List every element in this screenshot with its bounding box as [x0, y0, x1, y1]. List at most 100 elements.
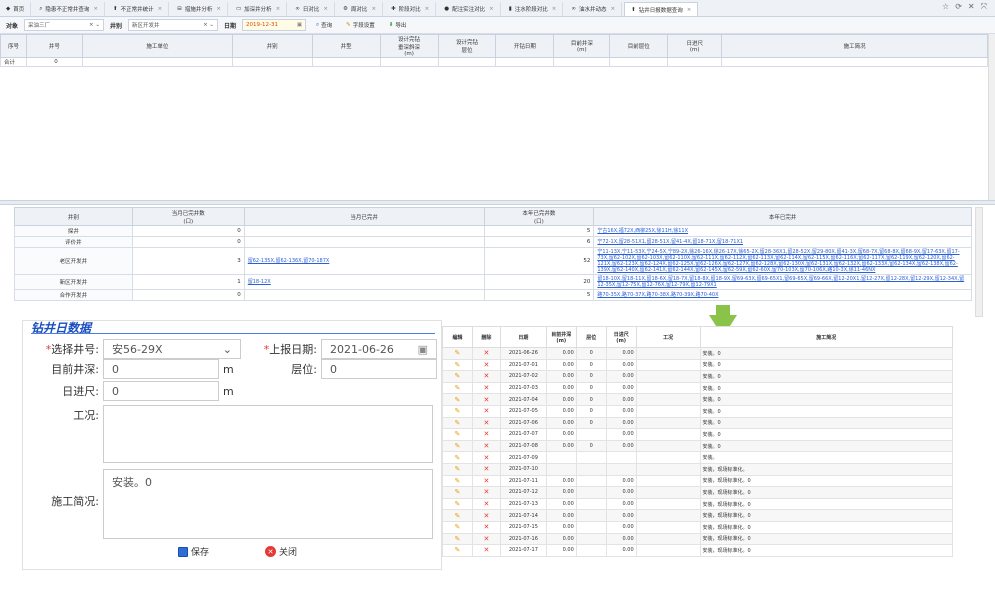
column-header[interactable]: 日进尺 (m) [667, 34, 723, 58]
well-links[interactable]: 宁72-1X,留28-51X1,留28-51X,留41-4X,留18-71X,留… [597, 239, 743, 245]
edit-icon[interactable]: ✎ [455, 349, 461, 357]
delete-icon[interactable]: ✕ [483, 454, 489, 462]
summary-textarea[interactable]: 安装。0 [103, 469, 433, 539]
tab-close-icon[interactable]: × [276, 6, 281, 12]
edit-icon[interactable]: ✎ [455, 442, 461, 450]
well-links[interactable]: 留18-10X,留18-11X,留18-6X,留18-7X,留18-8X,留18… [597, 276, 964, 288]
condition-textarea[interactable] [103, 405, 433, 463]
column-header[interactable]: 日期 [499, 326, 547, 348]
fields-button[interactable]: ✎ 字段设置 [342, 21, 379, 29]
tab-5[interactable]: ∞ 日对比 × [289, 2, 335, 16]
close-icon[interactable]: ✕ [968, 2, 975, 12]
column-header[interactable]: 目前井深 (m) [553, 34, 611, 58]
tab-3[interactable]: ⊟ 措施井分析 × [171, 2, 228, 16]
star-icon[interactable]: ☆ [942, 2, 949, 12]
well-links[interactable]: 路70-35X,路70-37X,路70-38X,路70-39X,路70-40X [597, 292, 718, 298]
column-header[interactable]: 施工简况 [721, 34, 988, 58]
tab-close-icon[interactable]: × [216, 6, 221, 12]
tab-close-icon[interactable]: × [93, 6, 98, 12]
close-button[interactable]: ✕ 关闭 [265, 545, 297, 558]
column-header[interactable]: 井号 [25, 34, 83, 58]
tab-1[interactable]: ⌕ 隐患不正常井查询 × [33, 2, 105, 16]
delete-icon[interactable]: ✕ [483, 500, 489, 508]
edit-icon[interactable]: ✎ [455, 512, 461, 520]
edit-icon[interactable]: ✎ [455, 546, 461, 554]
edit-icon[interactable]: ✎ [455, 535, 461, 543]
column-header[interactable]: 开钻日期 [495, 34, 555, 58]
edit-icon[interactable]: ✎ [455, 523, 461, 531]
tab-7[interactable]: ✚ 阶段对比 × [385, 2, 437, 16]
edit-icon[interactable]: ✎ [455, 361, 461, 369]
delete-icon[interactable]: ✕ [483, 349, 489, 357]
edit-icon[interactable]: ✎ [455, 430, 461, 438]
delete-icon[interactable]: ✕ [483, 384, 489, 392]
export-button[interactable]: ⬇ 导出 [385, 21, 411, 29]
edit-icon[interactable]: ✎ [455, 419, 461, 427]
column-header[interactable]: 编辑 [442, 326, 473, 348]
column-header[interactable]: 本年已完井 [593, 207, 972, 226]
delete-icon[interactable]: ✕ [483, 546, 489, 554]
delete-icon[interactable]: ✕ [483, 407, 489, 415]
object-select[interactable]: 采油三厂 × ⌄ [24, 19, 105, 31]
delete-icon[interactable]: ✕ [483, 361, 489, 369]
tab-6[interactable]: ⚙ 周对比 × [337, 2, 384, 16]
refresh-icon[interactable]: ⟳ [955, 2, 962, 12]
column-header[interactable]: 本年已完井数 (口) [483, 207, 595, 226]
delete-icon[interactable]: ✕ [483, 396, 489, 404]
tab-close-icon[interactable]: × [610, 6, 615, 12]
edit-icon[interactable]: ✎ [455, 488, 461, 496]
tab-close-icon[interactable]: × [687, 7, 692, 13]
well-links[interactable]: 留18-12X [248, 279, 271, 285]
edit-icon[interactable]: ✎ [455, 384, 461, 392]
tab-2[interactable]: ⬆ 不正常井统计 × [107, 2, 170, 16]
vertical-scrollbar[interactable] [975, 207, 983, 317]
well-select[interactable]: 安56-29X ⌄ [103, 339, 241, 359]
footage-input[interactable]: 0 [103, 381, 219, 401]
query-button[interactable]: ⌕ 查询 [312, 21, 336, 30]
delete-icon[interactable]: ✕ [483, 488, 489, 496]
tab-11[interactable]: ⬆ 钻井日报数据查询 × [624, 2, 699, 16]
column-header[interactable]: 目前井深 (m) [545, 326, 577, 348]
tab-close-icon[interactable]: × [323, 6, 328, 12]
splitter[interactable] [0, 200, 995, 205]
column-header[interactable]: 施工简况 [699, 326, 954, 348]
column-header[interactable]: 序号 [0, 34, 27, 58]
column-header[interactable]: 删除 [471, 326, 501, 348]
column-header[interactable]: 井别 [14, 207, 133, 226]
edit-icon[interactable]: ✎ [455, 407, 461, 415]
delete-icon[interactable]: ✕ [483, 477, 489, 485]
delete-icon[interactable]: ✕ [483, 465, 489, 473]
well-type-select[interactable]: 新区开发井 × ⌄ [128, 19, 219, 31]
depth-input[interactable]: 0 [103, 359, 219, 379]
report-date-input[interactable]: 2021-06-26 ▣ [321, 339, 437, 359]
column-header[interactable]: 目前层位 [609, 34, 669, 58]
column-header[interactable]: 日进尺 (m) [605, 326, 637, 348]
column-header[interactable]: 井别 [231, 34, 313, 58]
delete-icon[interactable]: ✕ [483, 442, 489, 450]
delete-icon[interactable]: ✕ [483, 372, 489, 380]
well-links[interactable]: 宁11-13X,宁11-53X,宁24-5X,宁89-2X,徐26-16X,徐2… [597, 249, 959, 273]
delete-icon[interactable]: ✕ [483, 523, 489, 531]
save-button[interactable]: 保存 [178, 545, 209, 558]
column-header[interactable]: 层位 [575, 326, 607, 348]
edit-icon[interactable]: ✎ [455, 500, 461, 508]
tab-4[interactable]: ▭ 加深井分析 × [230, 2, 288, 16]
tab-0[interactable]: ◆ 首页 [0, 2, 32, 16]
column-header[interactable]: 设计完钻 层位 [437, 34, 497, 58]
column-header[interactable]: 设计完钻 垂深斜深 (m) [379, 34, 439, 58]
column-header[interactable]: 井型 [311, 34, 381, 58]
delete-icon[interactable]: ✕ [483, 419, 489, 427]
tab-10[interactable]: ∞ 油水井动态 × [565, 2, 623, 16]
edit-icon[interactable]: ✎ [455, 477, 461, 485]
tab-close-icon[interactable]: × [371, 6, 376, 12]
vertical-scrollbar[interactable] [988, 34, 995, 202]
edit-icon[interactable]: ✎ [455, 454, 461, 462]
edit-icon[interactable]: ✎ [455, 372, 461, 380]
edit-icon[interactable]: ✎ [455, 465, 461, 473]
date-input[interactable]: 2019-12-31 ▣ [242, 19, 307, 31]
delete-icon[interactable]: ✕ [483, 430, 489, 438]
tab-close-icon[interactable]: × [425, 6, 430, 12]
column-header[interactable]: 当月已完井数 (口) [131, 207, 245, 226]
delete-icon[interactable]: ✕ [483, 535, 489, 543]
delete-icon[interactable]: ✕ [483, 512, 489, 520]
